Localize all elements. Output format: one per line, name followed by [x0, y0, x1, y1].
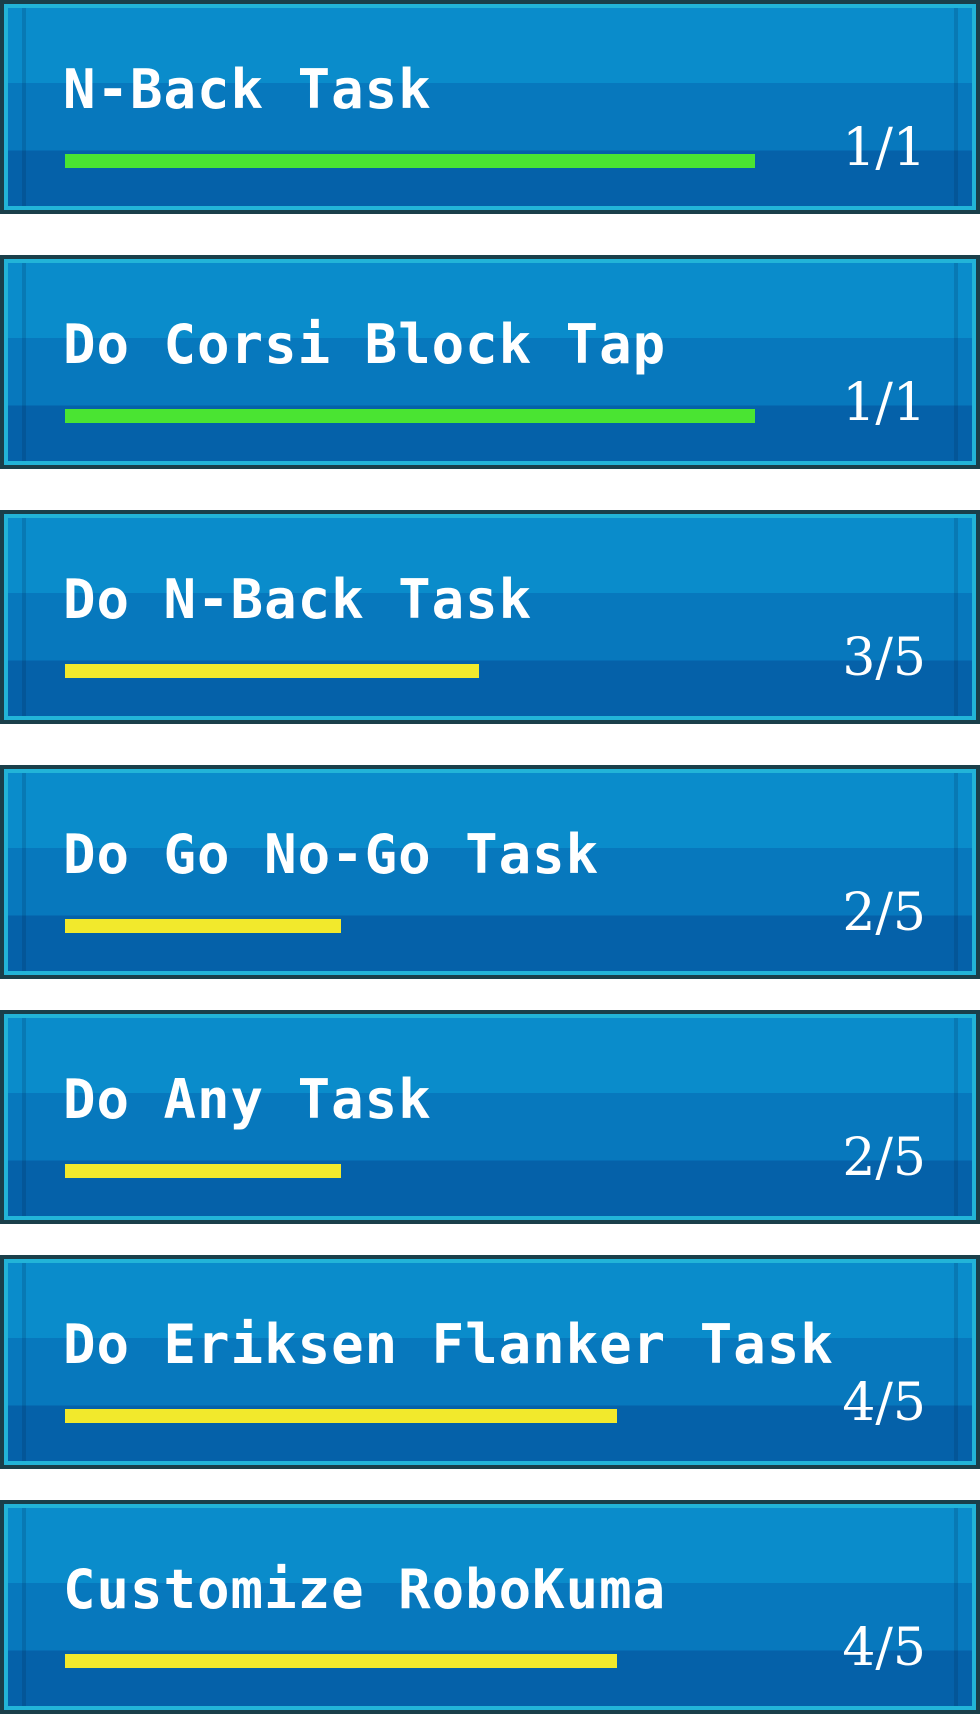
task-title: Customize RoboKuma — [63, 1558, 667, 1621]
task-card[interactable]: Customize RoboKuma 4/5 — [0, 1500, 980, 1714]
task-progress-count: 1/1 — [842, 373, 926, 433]
progress-bar — [65, 1409, 755, 1423]
progress-bar — [65, 1654, 755, 1668]
task-progress-count: 4/5 — [842, 1618, 926, 1678]
progress-bar-fill — [65, 409, 755, 423]
task-title: N-Back Task — [63, 58, 432, 121]
progress-bar — [65, 409, 755, 423]
task-card-panel: Do Eriksen Flanker Task 4/5 — [4, 1259, 976, 1465]
task-list: N-Back Task 1/1 Do Corsi Block Tap 1/1 D… — [0, 0, 980, 1715]
progress-bar-fill — [65, 154, 755, 168]
task-title: Do Any Task — [63, 1068, 432, 1131]
task-card[interactable]: Do Eriksen Flanker Task 4/5 — [0, 1255, 980, 1469]
task-title: Do Corsi Block Tap — [63, 313, 667, 376]
progress-bar — [65, 154, 755, 168]
task-title: Do Eriksen Flanker Task — [63, 1313, 834, 1376]
task-card-panel: Customize RoboKuma 4/5 — [4, 1504, 976, 1710]
task-card[interactable]: N-Back Task 1/1 — [0, 0, 980, 214]
task-card-panel: Do Corsi Block Tap 1/1 — [4, 259, 976, 465]
task-title: Do N-Back Task — [63, 568, 533, 631]
progress-bar-fill — [65, 919, 341, 933]
task-card[interactable]: Do Corsi Block Tap 1/1 — [0, 255, 980, 469]
task-card[interactable]: Do N-Back Task 3/5 — [0, 510, 980, 724]
task-card[interactable]: Do Any Task 2/5 — [0, 1010, 980, 1224]
task-progress-count: 2/5 — [842, 1128, 926, 1188]
task-progress-count: 3/5 — [842, 628, 926, 688]
task-card-panel: Do Any Task 2/5 — [4, 1014, 976, 1220]
task-progress-count: 2/5 — [842, 883, 926, 943]
progress-bar — [65, 919, 755, 933]
task-title: Do Go No-Go Task — [63, 823, 600, 886]
progress-bar-fill — [65, 664, 479, 678]
progress-bar-fill — [65, 1654, 617, 1668]
progress-bar — [65, 664, 755, 678]
task-card-panel: Do Go No-Go Task 2/5 — [4, 769, 976, 975]
task-card-panel: Do N-Back Task 3/5 — [4, 514, 976, 720]
progress-bar-fill — [65, 1409, 617, 1423]
progress-bar-fill — [65, 1164, 341, 1178]
task-progress-count: 4/5 — [842, 1373, 926, 1433]
task-progress-count: 1/1 — [842, 118, 926, 178]
task-card-panel: N-Back Task 1/1 — [4, 4, 976, 210]
progress-bar — [65, 1164, 755, 1178]
task-card[interactable]: Do Go No-Go Task 2/5 — [0, 765, 980, 979]
